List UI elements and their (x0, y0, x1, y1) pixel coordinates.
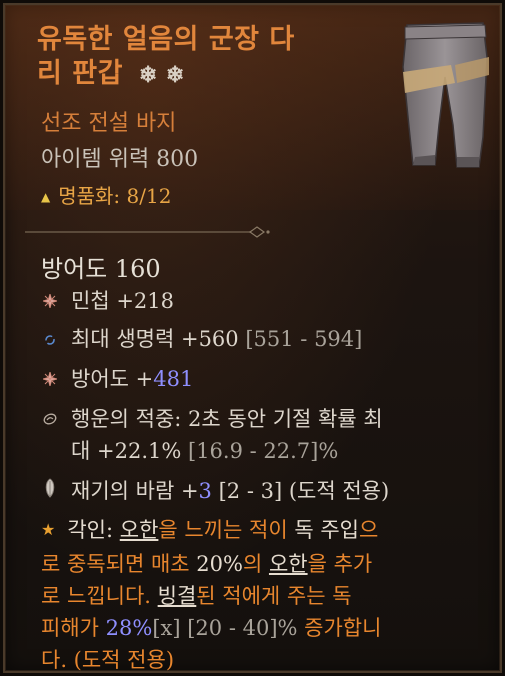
aspect-keyword-chill-2[interactable]: 오한 (269, 552, 308, 576)
title-line1: 유독한 얼음의 군장 다 (37, 24, 295, 55)
item-type: 선조 전설 바지 (41, 111, 177, 136)
stat-armor-bonus: 방어도 +481 (39, 363, 193, 395)
luck-line2: 대 +22.1% (71, 439, 182, 463)
stat-second-wind: 재기의 바람 +3 [2 - 3] (도적 전용) (39, 475, 389, 507)
swirl-icon (39, 323, 61, 355)
section-divider (25, 226, 270, 238)
aspect-range: [x] [20 - 40]% (152, 616, 298, 640)
aspect-label: 각인: (67, 518, 114, 542)
wind-value: 3 (198, 479, 212, 503)
life-range: [551 - 594] (245, 327, 363, 351)
feather-icon (39, 475, 61, 507)
star-burst-icon (39, 363, 61, 395)
armor-bonus-value: 481 (153, 367, 194, 391)
armor-value: 방어도 160 (41, 255, 161, 283)
dex-value: +218 (116, 289, 175, 313)
item-tooltip: 유독한 얼음의 군장 다 리 판갑 ❄ ❄ 선조 전설 바지 아이템 위력 80… (3, 3, 502, 673)
swirl-circle-icon (39, 403, 61, 435)
aspect-keyword-chill[interactable]: 오한 (120, 518, 159, 542)
masterwork-label: 명품화: 8/12 (58, 184, 172, 208)
aspect-description: ★ 각인: 오한을 느끼는 적이 독 주입으 로 중독되면 매초 20%의 오한을 … (41, 518, 382, 672)
luck-line1: 행운의 적중: 2초 동안 기절 확률 최 (71, 407, 383, 431)
dex-label: 민첩 (71, 289, 110, 313)
star-burst-icon (39, 285, 61, 317)
luck-range: [16.9 - 22.7]% (188, 439, 339, 463)
snowflake-icon: ❄ ❄ (138, 62, 185, 88)
star-icon: ★ (41, 520, 56, 539)
title-line2: 리 판갑 (37, 58, 123, 89)
item-power: 아이템 위력 800 (41, 147, 199, 172)
life-label: 최대 생명력 (71, 327, 175, 351)
pants-icon (402, 22, 489, 168)
stat-lucky-hit: 행운의 적중: 2초 동안 기절 확률 최대 +22.1% [16.9 - 22… (39, 403, 383, 467)
stat-life: 최대 생명력 +560 [551 - 594] (39, 323, 362, 355)
masterwork-status: ▲ 명품화: 8/12 (41, 180, 171, 209)
stat-dexterity: 민첩 +218 (39, 285, 174, 317)
item-title: 유독한 얼음의 군장 다 리 판갑 ❄ ❄ (37, 23, 367, 92)
aspect-value: 28% (105, 616, 153, 640)
armor-bonus-label: 방어도 + (71, 367, 154, 391)
wind-label: 재기의 바람 + (71, 479, 199, 503)
life-value: +560 (180, 327, 239, 351)
aspect-keyword-frozen[interactable]: 빙결 (158, 584, 197, 608)
triangle-icon: ▲ (41, 190, 51, 204)
wind-range: [2 - 3] (도적 전용) (218, 479, 390, 503)
